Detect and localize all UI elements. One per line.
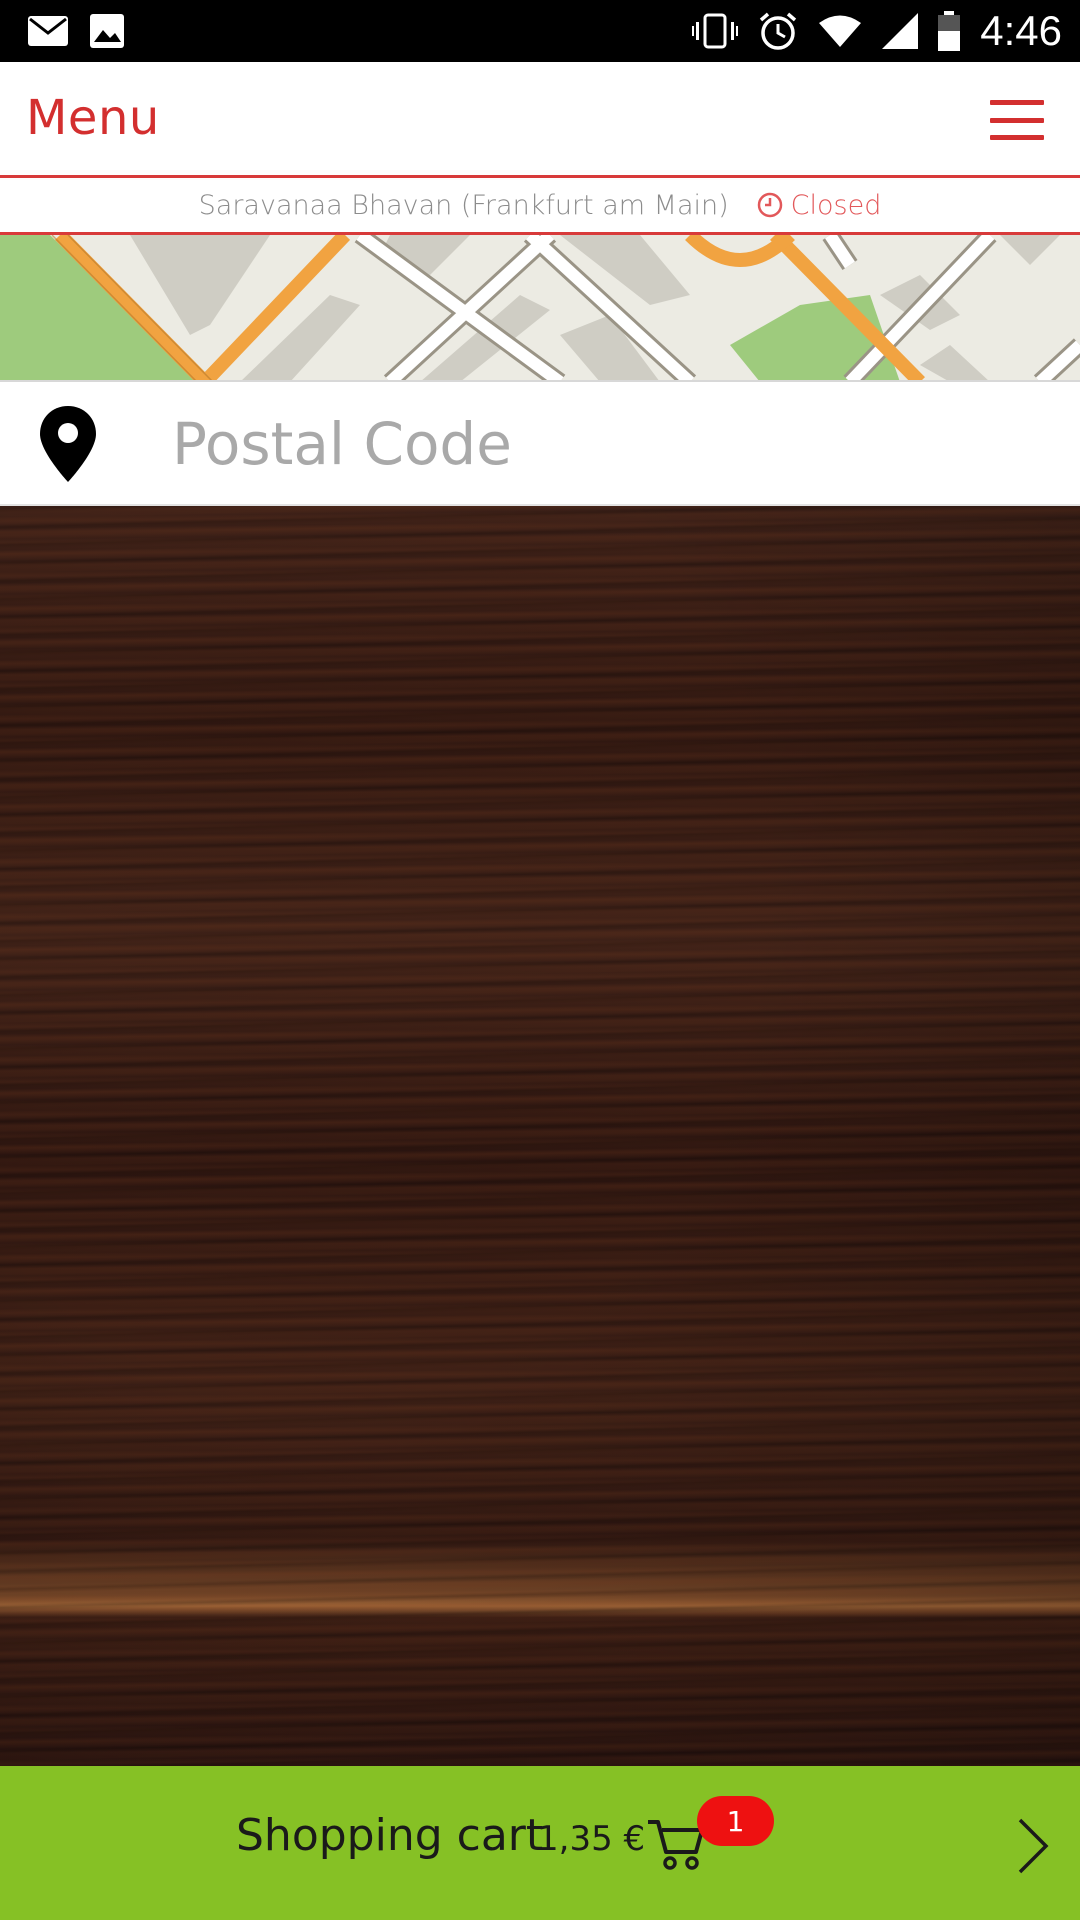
signal-icon: [882, 13, 919, 49]
status-text: Closed: [790, 189, 882, 221]
cart-total: 1,35 €: [537, 1819, 646, 1859]
app-header: Menu: [0, 62, 1080, 178]
page-title: Menu: [26, 90, 160, 146]
restaurant-info-bar: Saravanaa Bhavan (Frankfurt am Main) Clo…: [0, 178, 1080, 235]
postal-code-row: [0, 382, 1080, 506]
image-icon: [90, 14, 124, 48]
opening-status: Closed: [757, 189, 882, 221]
clock-time: 4:46: [980, 7, 1062, 54]
wood-background: [0, 506, 1080, 1766]
vibrate-icon: [692, 13, 739, 49]
hamburger-menu-icon[interactable]: [990, 100, 1044, 140]
restaurant-name: Saravanaa Bhavan (Frankfurt am Main): [198, 189, 729, 221]
postal-code-input[interactable]: [170, 400, 1050, 488]
cart-label: Shopping cart: [236, 1810, 544, 1861]
mail-icon: [28, 16, 68, 46]
chevron-right-icon[interactable]: [1016, 1818, 1050, 1878]
status-bar: 4:46: [0, 0, 1080, 62]
battery-icon: [938, 11, 961, 51]
alarm-icon: [758, 11, 798, 51]
shopping-cart-icon: [648, 1818, 704, 1874]
shopping-cart-bar[interactable]: Shopping cart 1,35 € 1: [0, 1766, 1080, 1920]
cart-count-badge: 1: [697, 1796, 774, 1846]
clock-icon: [757, 192, 783, 218]
location-map[interactable]: [0, 235, 1080, 382]
location-pin-icon: [40, 406, 96, 486]
wifi-icon: [818, 14, 862, 48]
